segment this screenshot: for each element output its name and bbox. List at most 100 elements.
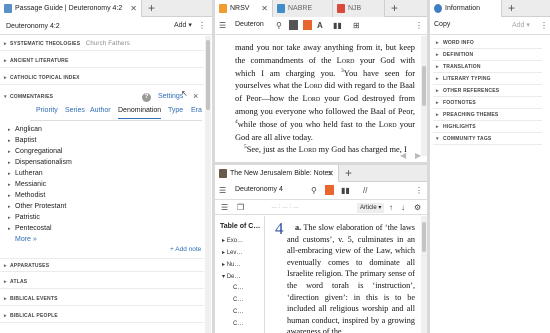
tab-information[interactable]: Information <box>430 0 502 17</box>
new-tab-icon[interactable]: + <box>148 0 155 16</box>
info-community-tags[interactable]: ▾ COMMUNITY TAGS <box>433 133 542 145</box>
section-ancient-literature[interactable]: ▸ ANCIENT LITERATURE <box>0 54 204 68</box>
toc-item[interactable]: C… <box>233 285 243 291</box>
text-run: while those of you who held fast to the <box>237 119 379 129</box>
close-commentaries-icon[interactable]: × <box>193 91 198 101</box>
help-icon[interactable]: ? <box>142 93 151 102</box>
denomination-lutheran[interactable]: ▸ Lutheran <box>8 170 43 177</box>
link-icon[interactable]: // <box>363 186 367 196</box>
highlight-icon[interactable] <box>303 20 312 30</box>
bible-scrollbar[interactable] <box>421 36 427 156</box>
tab-passage-guide[interactable]: Passage Guide | Deuteronomy 4:2 ✕ <box>0 0 142 17</box>
settings-icon[interactable]: ⚙ <box>414 203 421 213</box>
toc-item[interactable]: C… <box>233 321 243 327</box>
add-note-link[interactable]: + Add note <box>170 246 201 253</box>
text-format-icon[interactable]: A <box>317 21 323 31</box>
denomination-patristic[interactable]: ▸ Patristic <box>8 214 40 221</box>
tab-era[interactable]: Era <box>191 107 202 114</box>
denomination-messianic[interactable]: ▸ Messianic <box>8 181 46 188</box>
search-icon[interactable]: ⚲ <box>276 21 282 31</box>
passage-guide-scrollbar[interactable] <box>205 36 211 333</box>
location-placeholder[interactable]: … : … : … <box>271 204 299 210</box>
info-icon <box>434 4 442 13</box>
info-translation[interactable]: ▸ TRANSLATION <box>433 61 542 73</box>
toc-item[interactable]: ▸ Lev… <box>222 249 242 256</box>
tab-denomination[interactable]: Denomination <box>118 107 162 119</box>
new-tab-icon[interactable]: + <box>508 0 515 16</box>
tab-type[interactable]: Type <box>168 107 183 114</box>
toc-item[interactable]: ▸ Nu… <box>222 261 240 268</box>
reference-input[interactable]: Deuteronomy 4:2 <box>4 20 124 33</box>
toc-item[interactable]: ▸ Exo… <box>222 237 243 244</box>
columns-icon[interactable]: ▮▮ <box>341 186 350 196</box>
tab-series[interactable]: Series <box>65 107 85 114</box>
copy-icon[interactable]: ❐ <box>237 203 244 213</box>
search-icon[interactable]: ⚲ <box>311 186 317 196</box>
panel-menu-icon[interactable]: ⋮ <box>198 21 206 31</box>
add-button[interactable]: Add ▾ <box>174 21 192 29</box>
section-biblical-events[interactable]: ▸ BIBLICAL EVENTS <box>0 292 204 306</box>
section-systematic-theologies[interactable]: ▸ SYSTEMATIC THEOLOGIES Church Fathers <box>0 37 204 51</box>
scrollbar-thumb[interactable] <box>422 222 426 252</box>
add-button[interactable]: Add ▾ <box>512 21 530 29</box>
columns-icon[interactable]: ▮▮ <box>333 21 342 31</box>
article-dropdown[interactable]: Article ▾ <box>357 203 385 213</box>
info-highlights[interactable]: ▸ HIGHLIGHTS <box>433 121 542 133</box>
copy-button[interactable]: Copy <box>434 21 450 28</box>
highlight-icon[interactable] <box>325 185 334 195</box>
denomination-pentecostal[interactable]: ▸ Pentecostal <box>8 225 52 232</box>
up-arrow-icon[interactable]: ↑ <box>389 203 393 213</box>
section-atlas[interactable]: ▸ ATLAS <box>0 275 204 289</box>
section-catholic-topical-index[interactable]: ▸ CATHOLIC TOPICAL INDEX <box>0 71 204 85</box>
tab-njb[interactable]: NJB <box>333 0 385 17</box>
close-icon[interactable]: ✕ <box>130 0 137 17</box>
notes-reference-input[interactable]: Deuteronomy 4 <box>235 186 283 193</box>
new-tab-icon[interactable]: + <box>391 0 398 16</box>
info-literary-typing[interactable]: ▸ LITERARY TYPING <box>433 73 542 85</box>
toc-item[interactable]: ▾ De… <box>222 273 240 280</box>
info-definition[interactable]: ▸ DEFINITION <box>433 49 542 61</box>
settings-link[interactable]: Settings <box>158 93 183 100</box>
denomination-label: Other Protestant <box>15 203 67 210</box>
toc-toggle-icon[interactable]: ☰ <box>221 203 228 213</box>
split-icon[interactable]: ⊞ <box>353 21 360 31</box>
tab-nrsv[interactable]: NRSV ✕ <box>215 0 273 17</box>
more-link[interactable]: More » <box>15 236 37 243</box>
tab-author[interactable]: Author <box>90 107 111 114</box>
tab-nabre[interactable]: NABRE <box>273 0 333 17</box>
more-options-icon[interactable]: ⋮ <box>415 21 423 31</box>
info-word-info[interactable]: ▸ WORD INFO <box>433 37 542 49</box>
section-biblical-people[interactable]: ▸ BIBLICAL PEOPLE <box>0 309 204 323</box>
denomination-other-protestant[interactable]: ▸ Other Protestant <box>8 203 67 210</box>
denomination-congregational[interactable]: ▸ Congregational <box>8 148 62 155</box>
visual-filter-icon[interactable] <box>289 20 298 30</box>
toc-item[interactable]: C… <box>233 309 243 315</box>
prev-page-icon[interactable]: ◀ <box>400 151 406 160</box>
more-options-icon[interactable]: ⋮ <box>415 186 423 196</box>
info-preaching-themes[interactable]: ▸ PREACHING THEMES <box>433 109 542 121</box>
tab-priority[interactable]: Priority <box>36 107 58 114</box>
new-tab-icon[interactable]: + <box>345 165 352 181</box>
info-footnotes[interactable]: ▸ FOOTNOTES <box>433 97 542 109</box>
panel-menu-icon[interactable]: ⋮ <box>540 21 548 31</box>
down-arrow-icon[interactable]: ↓ <box>401 203 405 213</box>
tab-njb-notes[interactable]: The New Jerusalem Bible: Notes ✕ <box>215 165 339 182</box>
scrollbar-thumb[interactable] <box>422 66 426 106</box>
denomination-methodist[interactable]: ▸ Methodist <box>8 192 45 199</box>
denomination-baptist[interactable]: ▸ Baptist <box>8 137 36 144</box>
close-icon[interactable]: ✕ <box>261 0 268 17</box>
info-other-references[interactable]: ▸ OTHER REFERENCES <box>433 85 542 97</box>
hamburger-menu-icon[interactable]: ☰ <box>219 21 226 31</box>
hamburger-menu-icon[interactable]: ☰ <box>219 186 226 196</box>
bible-reference-input[interactable]: Deuteron <box>235 21 264 28</box>
notes-scrollbar[interactable] <box>421 216 427 333</box>
section-label: SYSTEMATIC THEOLOGIES <box>10 41 81 47</box>
toc-item-label: Exo… <box>226 238 244 244</box>
notes-subtoolbar: ☰ ❐ … : … : … Article ▾ ↑ ↓ ⚙ <box>215 201 427 215</box>
close-icon[interactable]: ✕ <box>327 165 334 182</box>
denomination-dispensationalism[interactable]: ▸ Dispensationalism <box>8 159 72 166</box>
scrollbar-thumb[interactable] <box>206 40 210 110</box>
toc-item[interactable]: C… <box>233 297 243 303</box>
section-apparatuses[interactable]: ▸ APPARATUSES <box>0 258 204 272</box>
denomination-anglican[interactable]: ▸ Anglican <box>8 126 42 133</box>
